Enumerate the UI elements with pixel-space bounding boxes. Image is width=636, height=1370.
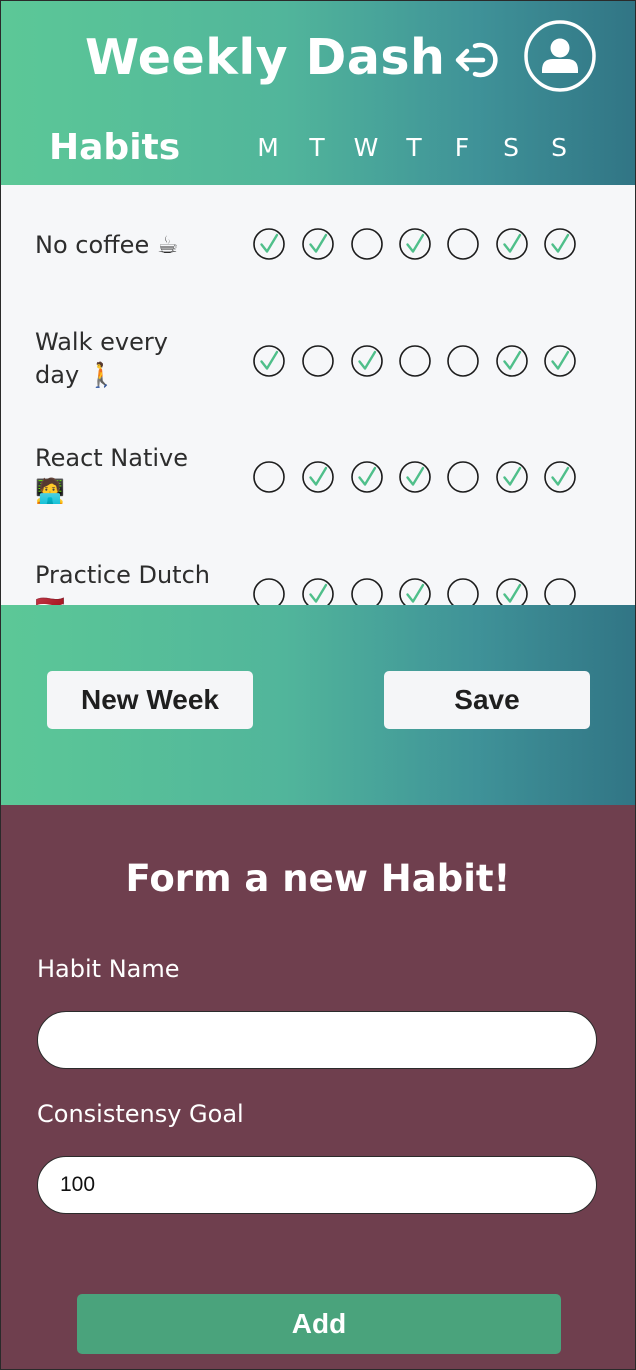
goal-input[interactable]: 100	[37, 1156, 597, 1214]
habits-heading: Habits	[49, 127, 181, 168]
checked-circle-icon[interactable]	[496, 461, 528, 493]
empty-circle-icon[interactable]	[253, 461, 285, 493]
checked-circle-icon[interactable]	[496, 228, 528, 260]
habit-name: Practice Dutch 🇳🇱	[35, 561, 210, 605]
day-label: T	[406, 133, 422, 162]
empty-circle-icon[interactable]	[447, 345, 479, 377]
empty-circle-icon[interactable]	[447, 461, 479, 493]
checked-circle-icon[interactable]	[253, 345, 285, 377]
app-title: Weekly Dash	[85, 29, 446, 86]
empty-circle-icon[interactable]	[253, 578, 285, 605]
habit-name: React Native 🧑‍💻	[35, 444, 189, 505]
logout-arrow-icon[interactable]	[453, 39, 499, 81]
day-label: S	[503, 133, 519, 162]
checked-circle-icon[interactable]	[253, 228, 285, 260]
goal-label: Consistensy Goal	[37, 1100, 244, 1128]
checked-circle-icon[interactable]	[351, 461, 383, 493]
checked-circle-icon[interactable]	[302, 461, 334, 493]
day-label: F	[454, 133, 470, 162]
empty-circle-icon[interactable]	[447, 578, 479, 605]
app-screen: Weekly Dash Habits M TWT F S S No coffee ☕ Wa…	[0, 0, 636, 1370]
user-circle-icon[interactable]	[523, 19, 597, 93]
day-label: S	[551, 133, 567, 162]
action-bar: New Week Save	[1, 605, 635, 805]
empty-circle-icon[interactable]	[351, 228, 383, 260]
new-week-button[interactable]: New Week	[47, 671, 253, 729]
checked-circle-icon[interactable]	[496, 578, 528, 605]
new-habit-form: Form a new Habit! Habit Name Consistensy…	[1, 805, 635, 1369]
checked-circle-icon[interactable]	[399, 461, 431, 493]
habit-name-input[interactable]	[37, 1011, 597, 1069]
empty-circle-icon[interactable]	[447, 228, 479, 260]
empty-circle-icon[interactable]	[399, 345, 431, 377]
checked-circle-icon[interactable]	[399, 228, 431, 260]
checked-circle-icon[interactable]	[496, 345, 528, 377]
habit-name: Walk every day 🚶	[35, 328, 168, 389]
checked-circle-icon[interactable]	[302, 578, 334, 605]
header: Weekly Dash Habits M TWT F S S	[1, 1, 635, 185]
habit-name: No coffee ☕	[35, 231, 179, 259]
save-button[interactable]: Save	[384, 671, 590, 729]
habit-list[interactable]: No coffee ☕ Walk every day 🚶 React Native …	[1, 185, 635, 605]
empty-circle-icon[interactable]	[351, 578, 383, 605]
checked-circle-icon[interactable]	[544, 228, 576, 260]
empty-circle-icon[interactable]	[544, 578, 576, 605]
checked-circle-icon[interactable]	[302, 228, 334, 260]
habit-name-label: Habit Name	[37, 955, 180, 983]
checked-circle-icon[interactable]	[544, 345, 576, 377]
day-label: M	[257, 133, 279, 162]
checked-circle-icon[interactable]	[399, 578, 431, 605]
empty-circle-icon[interactable]	[302, 345, 334, 377]
form-title: Form a new Habit!	[125, 857, 511, 900]
checked-circle-icon[interactable]	[351, 345, 383, 377]
checked-circle-icon[interactable]	[544, 461, 576, 493]
day-label: T	[309, 133, 325, 162]
day-label: W	[353, 133, 379, 162]
add-button[interactable]: Add	[77, 1294, 561, 1354]
